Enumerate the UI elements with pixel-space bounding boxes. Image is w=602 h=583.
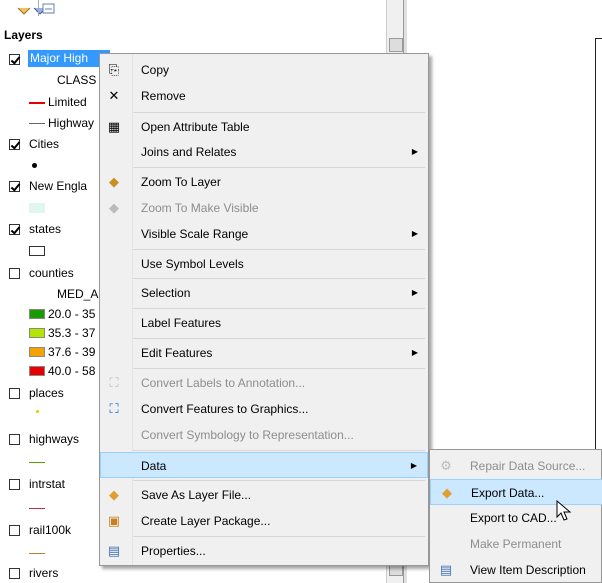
line-symbol [29, 462, 45, 463]
map-frame-border [595, 38, 602, 39]
submenu-arrow-icon: ▶ [411, 229, 418, 238]
legend-field-name: CLASS [57, 73, 97, 87]
toc-title: Layers [4, 28, 43, 42]
menu-item-use-symbol-levels[interactable]: Use Symbol Levels [100, 251, 428, 277]
zoom-layer-icon: ◆ [109, 174, 119, 189]
menu-item-edit-features[interactable]: Edit Features ▶ [100, 340, 428, 366]
layer-context-menu: ⎘ Copy ✕ Remove ▦ Open Attribute Table J… [99, 53, 429, 566]
menu-item-create-layer-package[interactable]: ▣ Create Layer Package... [100, 508, 428, 534]
item-description-icon: ▤ [439, 562, 453, 577]
fill-symbol [29, 203, 45, 213]
scroll-thumb[interactable] [389, 38, 403, 52]
menu-item-joins-relates[interactable]: Joins and Relates ▶ [100, 139, 428, 165]
data-submenu: ⚙ Repair Data Source... ◆ Export Data...… [429, 449, 602, 583]
menu-item-zoom-to-make-visible[interactable]: ◆ Zoom To Make Visible [100, 195, 428, 221]
line-symbol [29, 508, 45, 509]
line-symbol [29, 553, 45, 554]
menu-item-make-permanent[interactable]: Make Permanent [430, 531, 602, 557]
class-swatch [29, 347, 45, 357]
toc-toolbar [0, 0, 385, 24]
hollow-fill-symbol [29, 246, 45, 256]
submenu-arrow-icon: ▶ [411, 147, 418, 156]
menu-item-repair-data-source[interactable]: ⚙ Repair Data Source... [430, 453, 602, 479]
class-swatch [29, 309, 45, 319]
layer-package-icon: ▣ [107, 513, 121, 528]
menu-item-copy[interactable]: ⎘ Copy [100, 57, 428, 83]
menu-item-convert-features[interactable]: ⛶ Convert Features to Graphics... [100, 396, 428, 422]
menu-item-remove[interactable]: ✕ Remove [100, 83, 428, 109]
red-line-symbol [29, 102, 45, 104]
zoom-visible-icon: ◆ [109, 200, 119, 215]
menu-item-properties[interactable]: ▤ Properties... [100, 538, 428, 564]
layer-checkbox[interactable] [9, 525, 20, 536]
layer-checkbox[interactable] [9, 139, 20, 150]
list-by-source-icon[interactable] [42, 3, 56, 15]
repair-icon: ⚙ [440, 458, 452, 473]
menu-item-data[interactable]: Data ▶ [100, 452, 428, 478]
layer-checkbox[interactable] [9, 388, 20, 399]
properties-icon: ▤ [107, 543, 121, 558]
menu-item-convert-labels[interactable]: ⛶ Convert Labels to Annotation... [100, 370, 428, 396]
submenu-arrow-icon: ▶ [411, 288, 418, 297]
layer-checkbox[interactable] [9, 268, 20, 279]
submenu-arrow-icon: ▶ [410, 461, 417, 470]
menu-item-zoom-to-layer[interactable]: ◆ Zoom To Layer [100, 169, 428, 195]
layer-file-icon: ◆ [109, 487, 119, 502]
point-symbol [36, 410, 39, 413]
layer-checkbox[interactable] [9, 181, 20, 192]
layer-name-selected[interactable]: Major High [28, 50, 110, 67]
point-symbol [32, 163, 37, 168]
menu-item-visible-scale-range[interactable]: Visible Scale Range ▶ [100, 221, 428, 247]
layer-checkbox[interactable] [9, 479, 20, 490]
menu-item-open-attribute-table[interactable]: ▦ Open Attribute Table [100, 114, 428, 140]
layer-checkbox[interactable] [9, 434, 20, 445]
convert-features-icon: ⛶ [109, 401, 119, 416]
menu-item-selection[interactable]: Selection ▶ [100, 280, 428, 306]
mouse-cursor-icon [556, 500, 572, 521]
table-icon: ▦ [107, 119, 121, 134]
class-swatch [29, 366, 45, 376]
copy-icon: ⎘ [108, 62, 120, 77]
gray-line-symbol [29, 123, 45, 124]
layer-checkbox[interactable] [9, 224, 20, 235]
menu-item-export-data[interactable]: ◆ Export Data... [430, 479, 602, 505]
menu-item-convert-symbology[interactable]: Convert Symbology to Representation... [100, 422, 428, 448]
export-data-icon: ◆ [442, 485, 452, 500]
submenu-arrow-icon: ▶ [411, 348, 418, 357]
menu-item-export-to-cad[interactable]: Export to CAD... [430, 505, 602, 531]
menu-item-view-item-description[interactable]: ▤ View Item Description [430, 557, 602, 583]
menu-item-save-as-layer-file[interactable]: ◆ Save As Layer File... [100, 482, 428, 508]
convert-labels-icon: ⛶ [109, 375, 119, 390]
layer-checkbox[interactable] [9, 568, 20, 579]
menu-item-label-features[interactable]: Label Features [100, 310, 428, 336]
remove-icon: ✕ [108, 88, 120, 103]
class-swatch [29, 328, 45, 338]
layer-checkbox[interactable] [9, 54, 20, 65]
